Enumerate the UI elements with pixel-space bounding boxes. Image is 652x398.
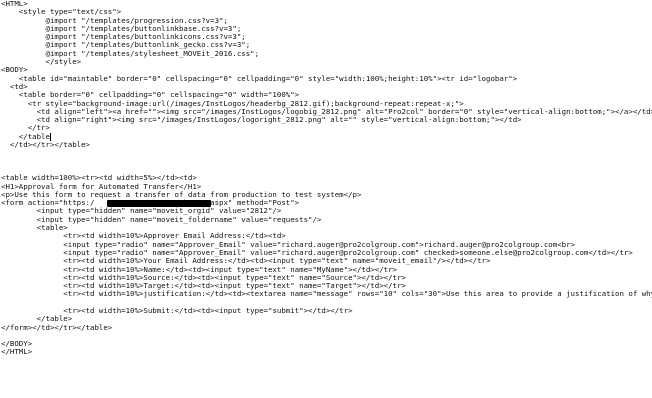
code-line: <input type="hidden" name="moveit_folder… <box>1 215 322 224</box>
code-line: </tr> <box>1 124 50 133</box>
code-line: <tr><td width=10%>Approver Email Address… <box>1 232 286 241</box>
code-line: <tr><td width=10%>Source:</td><td><input… <box>1 273 406 282</box>
code-line: <input type="radio" name="Approver_Email… <box>1 240 575 249</box>
text-cursor <box>49 132 51 141</box>
code-line: </BODY> <box>1 340 33 349</box>
code-line: <input type="hidden" name="moveit_orgid"… <box>1 207 282 216</box>
code-line: <tr><td width=10%>Target:</td><td><input… <box>1 282 406 291</box>
code-line: </form></td></tr></table> <box>1 323 113 332</box>
code-line: <tr><td width=10%>Submit:</td><td><input… <box>1 306 353 315</box>
code-line: <td align="right"><img src="/images/Inst… <box>1 116 522 125</box>
redaction-bar <box>107 200 211 208</box>
code-line: <table> <box>1 224 68 233</box>
code-line: <style type="text/css"> <box>1 8 122 17</box>
code-line: </style> <box>1 58 82 67</box>
code-line: <BODY> <box>1 66 28 75</box>
code-line-with-cursor: </table <box>0 132 652 141</box>
code-line: <p>Use this form to request a transfer o… <box>1 190 362 199</box>
code-line: </HTML> <box>1 348 33 357</box>
code-line: </table> <box>1 315 73 324</box>
code-line: <table border="0" cellpadding="0" cellsp… <box>1 91 300 100</box>
code-line: <HTML> <box>1 0 28 8</box>
code-line: </td></tr></table> <box>1 141 90 150</box>
code-line: <H1>Approval form for Automated Transfer… <box>1 182 202 191</box>
code-editor[interactable]: <HTML> <style type="text/css"> @import "… <box>0 0 652 398</box>
code-line: @import "/templates/progression.css?v=3"… <box>1 16 228 25</box>
code-line: <td align="left"><a href=""><img src="/i… <box>1 107 652 116</box>
code-line: <tr><td width=10%>Name:</td><td><input t… <box>1 265 398 274</box>
code-line: <table id="maintable" border="0" cellspa… <box>1 74 518 83</box>
code-line: @import "/templates/stylesheet_MOVEit_20… <box>1 49 260 58</box>
code-line: @import "/templates/buttonlinkbase.css?v… <box>1 24 242 33</box>
code-line: <tr style="background-image:url(/images/… <box>1 99 464 108</box>
code-line-redacted: <form action="https:/ webpost.aspx" meth… <box>0 199 652 208</box>
code-line: <tr><td width=10%>justification:</td><td… <box>1 290 652 299</box>
code-line-text: </table <box>1 132 50 141</box>
code-line: <input type="radio" name="Approver_Email… <box>1 248 633 257</box>
code-line: @import "/templates/buttonlinkicons.css?… <box>1 33 246 42</box>
code-line: <table width=100%><tr><td width=5%></td>… <box>1 174 197 183</box>
code-line: @import "/templates/buttonlink_gecko.css… <box>1 41 251 50</box>
code-line: <td> <box>1 82 28 91</box>
code-line: <tr><td width=10%>Your Email Address:</t… <box>1 257 491 266</box>
